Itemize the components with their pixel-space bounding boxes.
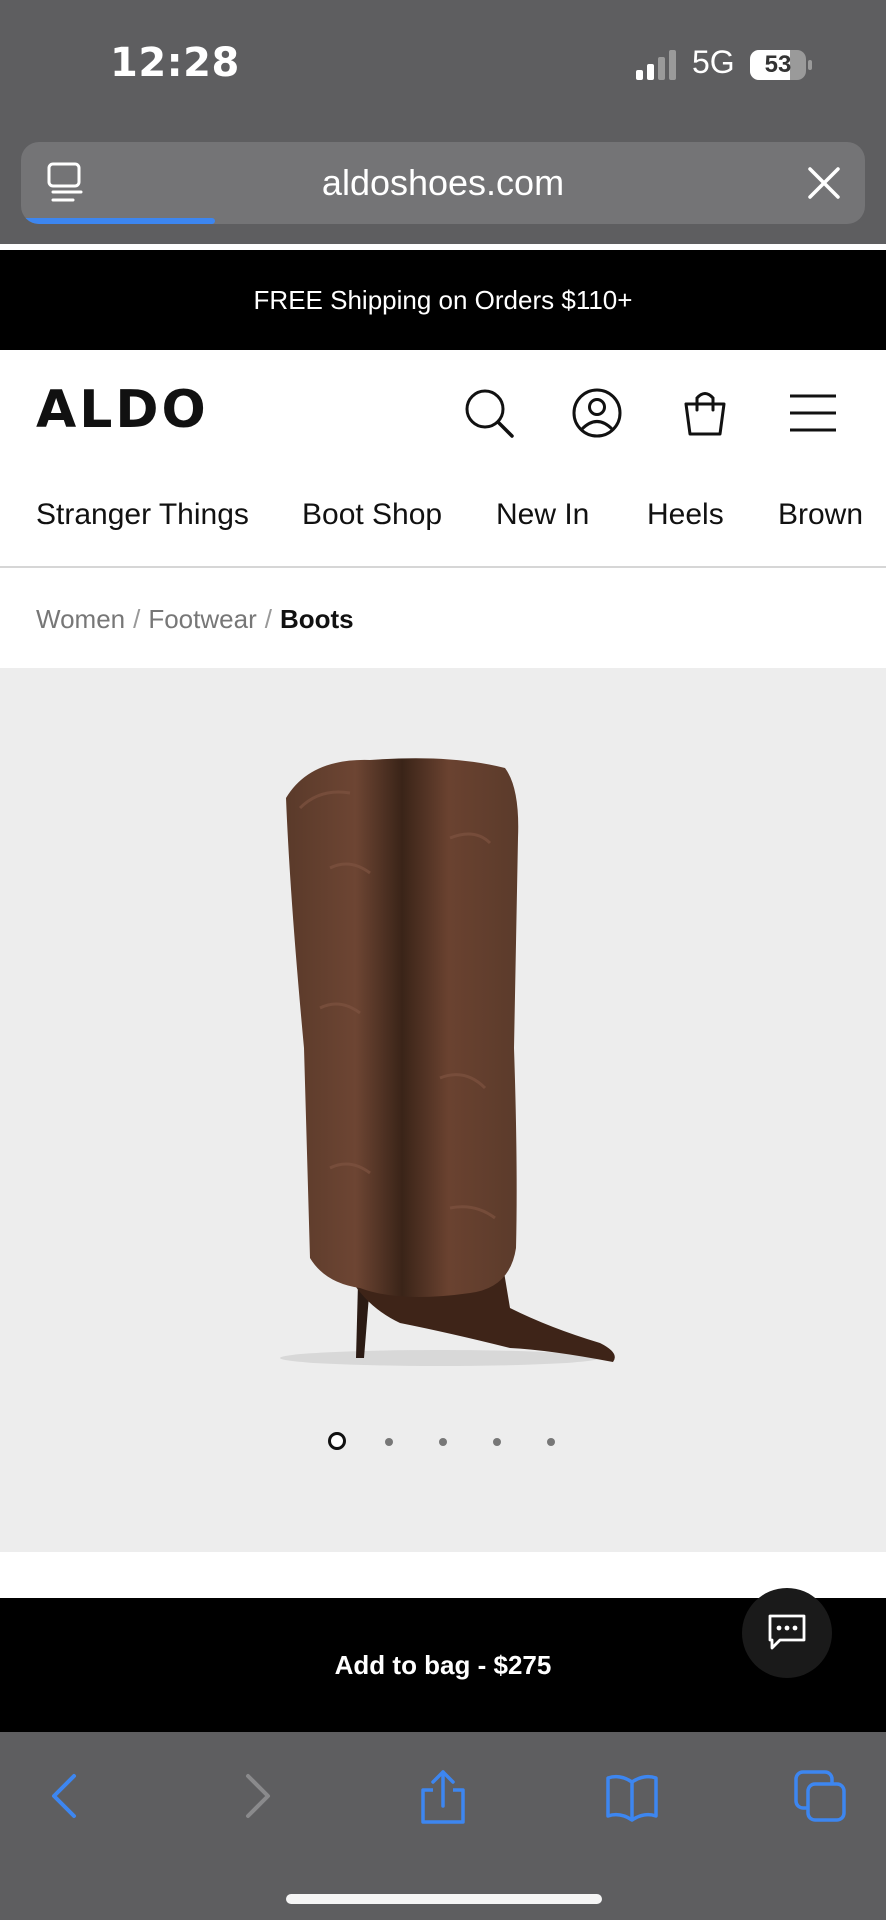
breadcrumb-footwear[interactable]: Footwear	[148, 604, 256, 634]
chat-button[interactable]	[742, 1588, 832, 1678]
share-icon[interactable]	[415, 1768, 471, 1824]
carousel-dot[interactable]	[493, 1438, 501, 1446]
browser-bottom-toolbar	[0, 1732, 886, 1920]
breadcrumb: Women / Footwear / Boots	[36, 604, 354, 635]
shopping-bag-icon[interactable]	[678, 386, 732, 440]
breadcrumb-current: Boots	[279, 604, 354, 634]
status-time: 12:28	[110, 40, 240, 86]
product-image[interactable]	[250, 748, 630, 1388]
breadcrumb-separator: /	[264, 604, 272, 634]
battery-icon: 53	[750, 50, 812, 80]
carousel-dot[interactable]	[439, 1438, 447, 1446]
network-type: 5G	[692, 44, 735, 80]
carousel-dot[interactable]	[385, 1438, 393, 1446]
battery-level: 53	[764, 51, 792, 78]
category-brown[interactable]: Brown	[778, 498, 863, 532]
promo-banner[interactable]: FREE Shipping on Orders $110+	[0, 250, 886, 350]
breadcrumb-separator: /	[133, 604, 141, 634]
page-load-progress	[21, 218, 216, 224]
close-icon[interactable]	[807, 166, 841, 200]
divider	[0, 244, 886, 248]
forward-arrow-icon[interactable]	[228, 1768, 284, 1824]
category-new-in[interactable]: New In	[496, 498, 589, 532]
account-icon[interactable]	[570, 386, 624, 440]
cellular-signal-icon	[636, 50, 676, 80]
aldo-logo[interactable]: ALDO	[36, 380, 209, 440]
address-bar[interactable]: aldoshoes.com	[21, 142, 865, 224]
category-boot-shop[interactable]: Boot Shop	[302, 498, 442, 532]
home-indicator[interactable]	[286, 1894, 602, 1904]
carousel-dot[interactable]	[547, 1438, 555, 1446]
category-nav: Stranger Things Boot Shop New In Heels B…	[0, 478, 886, 568]
carousel-dot-active[interactable]	[328, 1432, 346, 1450]
breadcrumb-women[interactable]: Women	[36, 604, 125, 634]
url-text[interactable]: aldoshoes.com	[21, 142, 865, 224]
hamburger-menu-icon[interactable]	[786, 386, 840, 440]
back-arrow-icon[interactable]	[38, 1768, 94, 1824]
product-image-carousel[interactable]	[0, 668, 886, 1552]
chat-icon	[768, 1614, 806, 1650]
category-stranger-things[interactable]: Stranger Things	[36, 498, 249, 532]
category-heels[interactable]: Heels	[647, 498, 724, 532]
search-icon[interactable]	[462, 386, 516, 440]
browser-top-chrome: 12:28 5G 53 aldoshoes.com	[0, 0, 886, 247]
bookmarks-icon[interactable]	[604, 1768, 660, 1824]
tabs-icon[interactable]	[792, 1768, 848, 1824]
